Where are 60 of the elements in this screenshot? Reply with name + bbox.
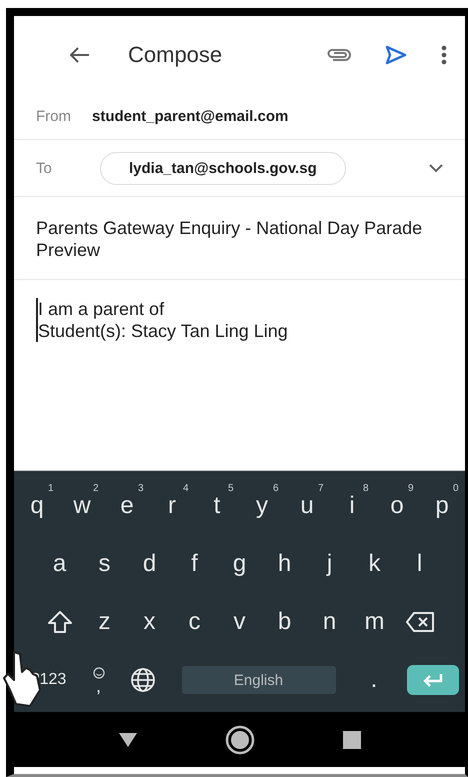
sender-address: student_parent@email.com [92, 108, 288, 124]
key[interactable]: g [217, 539, 262, 589]
smiley-icon [92, 667, 104, 679]
emoji-key[interactable]: , [76, 655, 120, 705]
key-hint: 0 [452, 483, 458, 494]
key-hint: 6 [272, 483, 278, 494]
from-label: From [36, 108, 72, 124]
key[interactable]: . [352, 655, 396, 705]
key[interactable]: m [352, 597, 397, 647]
key[interactable]: u [300, 492, 314, 520]
key[interactable]: i [349, 492, 355, 520]
enter-icon [422, 673, 444, 687]
key[interactable]: d [127, 539, 172, 589]
key[interactable]: y [256, 492, 268, 520]
back-nav-icon[interactable] [118, 732, 138, 748]
key[interactable]: x [127, 597, 172, 647]
key-hint: 9 [408, 483, 414, 494]
key[interactable]: e [120, 492, 134, 520]
key[interactable]: t [214, 492, 220, 520]
key[interactable]: l [397, 539, 442, 589]
key[interactable]: s [82, 539, 127, 589]
key[interactable]: k [352, 539, 397, 589]
key[interactable]: w [73, 492, 91, 520]
key-hint: 8 [362, 483, 368, 494]
key[interactable]: z [82, 597, 127, 647]
space-bar[interactable]: English [182, 666, 336, 694]
key[interactable]: a [37, 539, 82, 589]
send-icon[interactable] [385, 44, 407, 64]
key-hint: 3 [138, 483, 144, 494]
key[interactable]: r [168, 492, 176, 520]
globe-icon [130, 667, 156, 693]
recents-nav-icon[interactable] [343, 730, 362, 748]
key[interactable]: h [262, 539, 307, 589]
to-label: To [36, 160, 53, 176]
key-hint: 1 [48, 483, 54, 494]
key[interactable]: o [390, 492, 404, 520]
key[interactable]: q [30, 492, 44, 520]
key-hint: 5 [228, 483, 234, 494]
back-icon[interactable] [70, 46, 90, 62]
paperclip-icon[interactable] [327, 48, 351, 62]
enter-key[interactable] [406, 665, 458, 695]
screen-title: Compose [128, 42, 224, 68]
key-hint: 4 [182, 483, 188, 494]
key[interactable]: n [307, 597, 352, 647]
message-body-field[interactable]: I am a parent of Student(s): Stacy Tan Ling Ling [36, 298, 288, 342]
key[interactable]: b [262, 597, 307, 647]
key-hint: 7 [318, 483, 324, 494]
backspace-icon [404, 611, 434, 633]
more-icon[interactable] [441, 44, 447, 64]
key[interactable]: f [172, 539, 217, 589]
home-nav-icon[interactable] [225, 724, 256, 754]
key[interactable]: p [435, 492, 449, 520]
key[interactable]: v [217, 597, 262, 647]
key[interactable]: j [307, 539, 352, 589]
chevron-down-icon[interactable] [429, 164, 443, 172]
subject-field[interactable]: Parents Gateway Enquiry - National Day Parade Preview [36, 217, 425, 261]
key[interactable]: c [172, 597, 217, 647]
shift-icon [46, 610, 72, 634]
recipient-chip[interactable]: lydia_tan@schools.gov.sg [100, 152, 346, 184]
key-hint: 2 [92, 483, 98, 494]
